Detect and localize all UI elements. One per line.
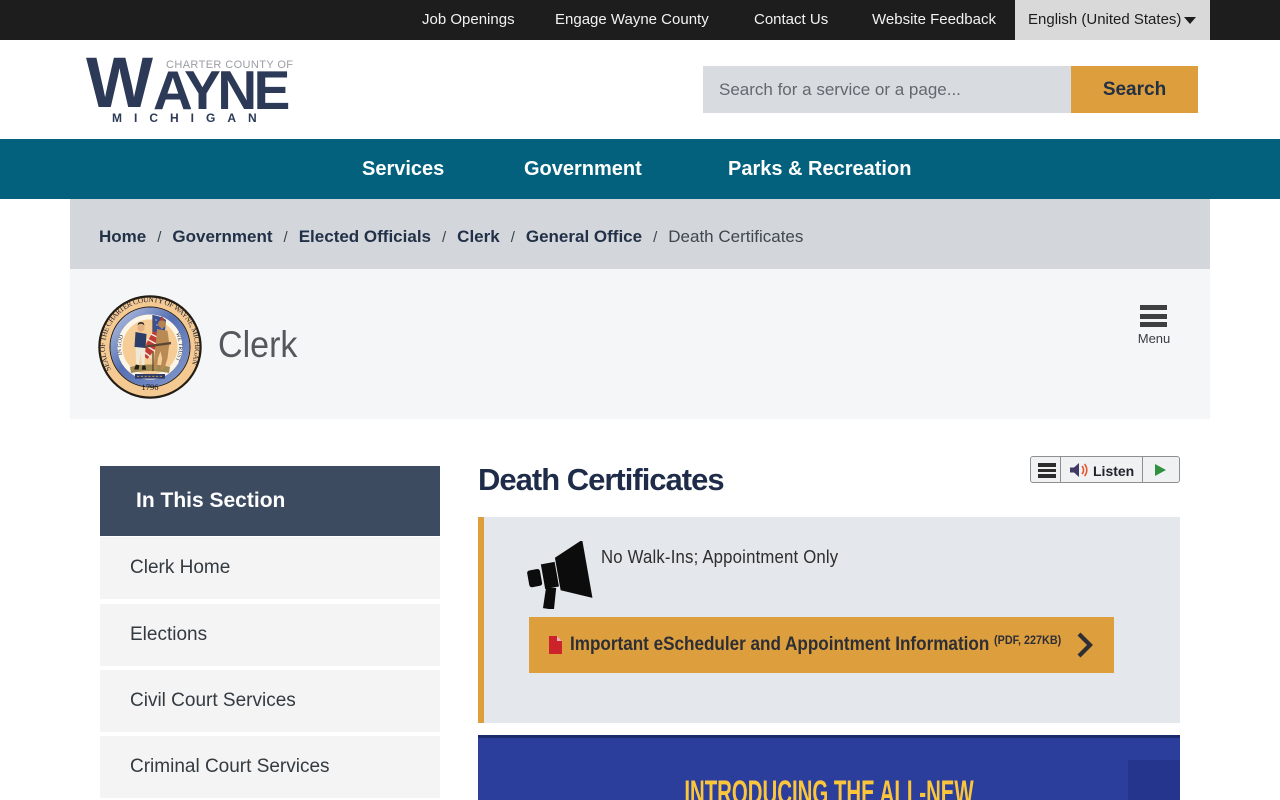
svg-text:1796: 1796 [142,382,159,392]
